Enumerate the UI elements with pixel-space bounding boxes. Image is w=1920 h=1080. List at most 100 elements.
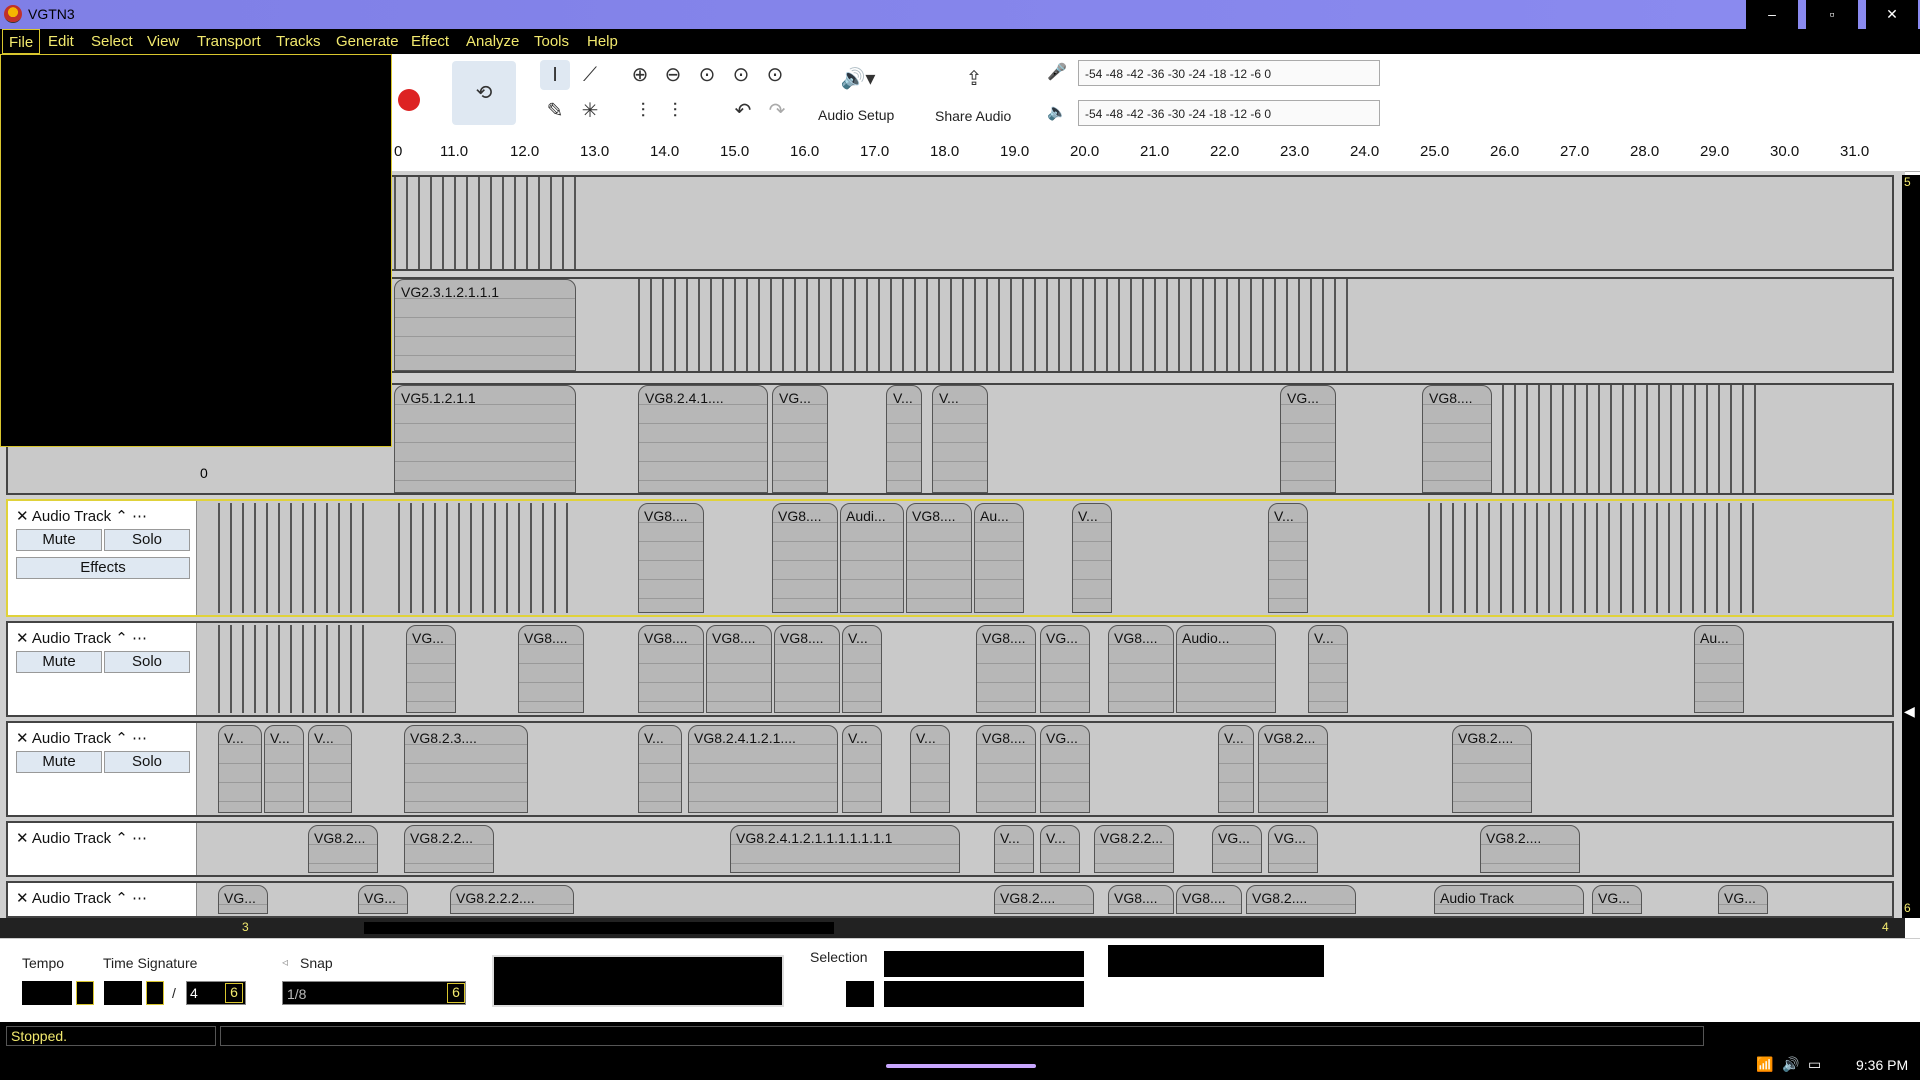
menu-view[interactable]: View — [141, 29, 185, 54]
trim-icon[interactable]: ⫶ — [628, 96, 658, 126]
selection-tool-icon[interactable]: I — [540, 60, 570, 90]
track-name[interactable]: ✕ Audio Track ⌃ ⋯ — [16, 729, 147, 747]
clip[interactable]: VG8.2.... — [1480, 825, 1580, 873]
menu-edit[interactable]: Edit — [42, 29, 80, 54]
envelope-tool-icon[interactable]: ⟋ — [575, 60, 605, 90]
clip[interactable]: V... — [308, 725, 352, 813]
clip[interactable]: V... — [638, 725, 682, 813]
mute-button[interactable]: Mute — [16, 529, 102, 551]
clip[interactable]: VG8.... — [772, 503, 838, 613]
clip[interactable]: V... — [910, 725, 950, 813]
record-button[interactable] — [398, 89, 420, 111]
clip[interactable]: Au... — [974, 503, 1024, 613]
clip[interactable]: Audi... — [840, 503, 904, 613]
clip[interactable]: V... — [1072, 503, 1112, 613]
clip[interactable]: VG... — [1212, 825, 1262, 873]
clip[interactable]: V... — [932, 385, 988, 493]
clip[interactable]: VG8.2.4.1.2.1.... — [688, 725, 838, 813]
close-button[interactable]: ✕ — [1866, 0, 1918, 29]
audio-track-5[interactable]: ✕ Audio Track ⌃ ⋯ VG... VG... VG8.2.2.2.… — [6, 881, 1894, 918]
zoom-in-icon[interactable]: ⊕ — [625, 60, 655, 90]
clip[interactable]: VG8.... — [1108, 885, 1174, 914]
track-name[interactable]: ✕ Audio Track ⌃ ⋯ — [16, 507, 147, 525]
menu-file[interactable]: File — [2, 29, 41, 54]
clip[interactable]: VG... — [1280, 385, 1336, 493]
vertical-scrollbar[interactable]: 5 6 ◀ — [1902, 175, 1920, 918]
timeline-ruler[interactable]: 0 11.0 12.0 13.0 14.0 15.0 16.0 17.0 18.… — [392, 135, 1920, 172]
clip[interactable]: VG8.... — [706, 625, 772, 713]
clip[interactable]: VG8.... — [518, 625, 584, 713]
track-name[interactable]: ✕ Audio Track ⌃ ⋯ — [16, 629, 147, 647]
zoom-out-icon[interactable]: ⊖ — [658, 60, 688, 90]
clip[interactable]: VG8.2.4.1.2.1.1.1.1.1.1.1 — [730, 825, 960, 873]
time-signature-denominator[interactable]: 4 6 — [186, 981, 246, 1005]
clip[interactable]: VG8.... — [638, 503, 704, 613]
clip[interactable]: V... — [886, 385, 922, 493]
clip[interactable]: VG8.... — [774, 625, 840, 713]
clip[interactable]: V... — [264, 725, 304, 813]
redo-icon[interactable]: ↷ — [762, 96, 792, 126]
multi-tool-icon[interactable]: ✳ — [575, 96, 605, 126]
audio-setup-button[interactable]: 🔊▾ Audio Setup — [812, 62, 904, 128]
audio-track-4[interactable]: ✕ Audio Track ⌃ ⋯ VG8.2... VG8.2.2... VG… — [6, 821, 1894, 877]
clock[interactable]: 9:36 PM — [1856, 1057, 1908, 1073]
clip[interactable]: VG... — [358, 885, 408, 914]
clip[interactable]: V... — [1218, 725, 1254, 813]
menu-transport[interactable]: Transport — [191, 29, 267, 54]
clip[interactable]: VG... — [1040, 725, 1090, 813]
clip[interactable]: VG... — [1718, 885, 1768, 914]
clip[interactable]: VG8.... — [1422, 385, 1492, 493]
undo-icon[interactable]: ↶ — [728, 96, 758, 126]
clip[interactable]: VG... — [406, 625, 456, 713]
menu-select[interactable]: Select — [85, 29, 139, 54]
clip[interactable]: VG8.2.3.... — [404, 725, 528, 813]
selection-mode[interactable] — [846, 981, 874, 1007]
mute-button[interactable]: Mute — [16, 751, 102, 773]
track-name[interactable]: ✕ Audio Track ⌃ ⋯ — [16, 889, 147, 907]
clip[interactable]: V... — [994, 825, 1034, 873]
minimize-button[interactable]: – — [1746, 0, 1798, 29]
menu-analyze[interactable]: Analyze — [460, 29, 525, 54]
menu-help[interactable]: Help — [581, 29, 624, 54]
clip[interactable]: V... — [1268, 503, 1308, 613]
clip[interactable]: Au... — [1694, 625, 1744, 713]
clip[interactable]: VG8.2.2.2.... — [450, 885, 574, 914]
clip[interactable]: VG8.... — [976, 625, 1036, 713]
audio-track-1[interactable]: ✕ Audio Track ⌃ ⋯ Mute Solo Effects VG8.… — [6, 499, 1894, 617]
clip[interactable]: VG8.2... — [308, 825, 378, 873]
tempo-spinner[interactable] — [76, 981, 94, 1005]
clip[interactable]: VG8.2.2... — [1094, 825, 1174, 873]
menu-generate[interactable]: Generate — [330, 29, 405, 54]
volume-icon[interactable]: 🔊 — [1782, 1056, 1799, 1073]
snap-checkbox-icon[interactable]: ◃ — [282, 955, 288, 969]
tempo-input[interactable] — [22, 981, 72, 1005]
battery-icon[interactable]: ▭ — [1808, 1056, 1821, 1073]
clip[interactable]: VG8.... — [976, 725, 1036, 813]
clip[interactable]: VG... — [1592, 885, 1642, 914]
zoom-toggle-icon[interactable]: ⊙ — [760, 60, 790, 90]
share-audio-button[interactable]: ⇪ Share Audio — [928, 62, 1020, 128]
wifi-icon[interactable]: 📶 — [1756, 1056, 1773, 1073]
audio-track-2[interactable]: ✕ Audio Track ⌃ ⋯ Mute Solo VG... VG8...… — [6, 621, 1894, 717]
horizontal-scrollbar[interactable]: 3 4 — [0, 918, 1905, 938]
numerator-spinner[interactable] — [146, 981, 164, 1005]
track-clips[interactable]: VG8.2... VG8.2.2... VG8.2.4.1.2.1.1.1.1.… — [218, 825, 1886, 873]
home-indicator[interactable] — [886, 1064, 1036, 1068]
clip[interactable]: VG8.2... — [1258, 725, 1328, 813]
clip[interactable]: V... — [218, 725, 262, 813]
clip[interactable]: VG... — [218, 885, 268, 914]
clip[interactable]: VG8.2.... — [1246, 885, 1356, 914]
record-meter[interactable]: -54 -48 -42 -36 -30 -24 -18 -12 -6 0 — [1078, 60, 1380, 86]
clip[interactable]: VG8.2.... — [994, 885, 1094, 914]
clip[interactable]: VG8.2.... — [1452, 725, 1532, 813]
clip[interactable]: VG8.... — [1108, 625, 1174, 713]
maximize-button[interactable]: ▫ — [1806, 0, 1858, 29]
menu-tools[interactable]: Tools — [528, 29, 575, 54]
clip[interactable]: V... — [1308, 625, 1348, 713]
menu-tracks[interactable]: Tracks — [270, 29, 326, 54]
selection-start[interactable] — [884, 951, 1084, 977]
fit-project-icon[interactable]: ⊙ — [726, 60, 756, 90]
loop-button[interactable]: ⟲ — [452, 61, 516, 125]
track-name[interactable]: ✕ Audio Track ⌃ ⋯ — [16, 829, 147, 847]
time-signature-numerator[interactable] — [104, 981, 142, 1005]
